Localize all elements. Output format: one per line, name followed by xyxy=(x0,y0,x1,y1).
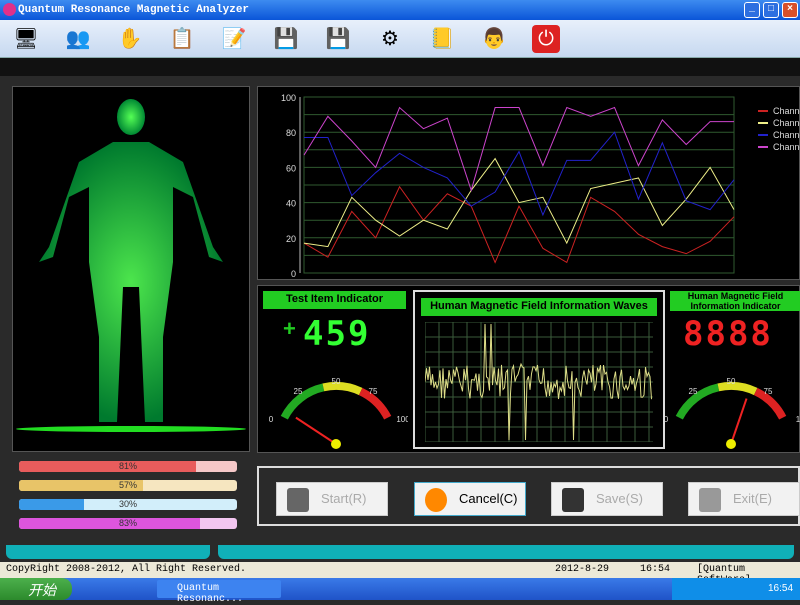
help-book-icon[interactable]: 📒 xyxy=(428,25,456,53)
progress-bar: 83% xyxy=(19,518,237,529)
waves-title: Human Magnetic Field Information Waves xyxy=(421,298,657,316)
y-tick-label: 60 xyxy=(286,163,296,173)
gauge-arc xyxy=(280,383,325,420)
y-tick-label: 40 xyxy=(286,199,296,209)
title-bar: Quantum Resonance Magnetic Analyzer _ □ … xyxy=(0,0,800,20)
report-icon[interactable]: 📋 xyxy=(168,25,196,53)
exit-label: Exit(E) xyxy=(733,491,772,506)
gauge-label: 100 xyxy=(396,415,408,424)
channel-chart: 0 20 40 60 80 100 Channe Channe Channe Channe xyxy=(257,86,800,280)
start-button[interactable]: Start(R) xyxy=(276,482,388,516)
doctor-icon[interactable]: 👨 xyxy=(480,25,508,53)
gauge-arc xyxy=(675,383,720,420)
import-icon[interactable]: 💾 xyxy=(272,25,300,53)
y-tick-label: 80 xyxy=(286,128,296,138)
minimize-button[interactable]: _ xyxy=(744,2,760,18)
field-indicator-title: Human Magnetic Field Information Indicat… xyxy=(670,291,800,311)
legend-label: Channe xyxy=(773,142,800,152)
tray-clock: 16:54 xyxy=(768,583,794,594)
gauge-label: 50 xyxy=(332,377,341,386)
gauge-label: 75 xyxy=(369,387,378,396)
cancel-label: Cancel(C) xyxy=(459,491,518,506)
floppy-disk-icon xyxy=(562,488,584,512)
thumbs-up-icon xyxy=(287,488,309,512)
start-button-taskbar[interactable]: 开始 xyxy=(0,578,72,600)
y-tick-label: 20 xyxy=(286,234,296,244)
users-icon[interactable]: 👥 xyxy=(64,25,92,53)
series-line-1 xyxy=(303,185,735,264)
gauge-label: 0 xyxy=(664,415,669,424)
status-bar: CopyRight 2008-2012, All Right Reserved.… xyxy=(0,562,800,586)
maximize-button[interactable]: □ xyxy=(763,2,779,18)
test-digits: 459 xyxy=(303,314,371,354)
series-line-4 xyxy=(303,106,734,192)
hand-icon[interactable]: ✋ xyxy=(116,25,144,53)
computer-user-icon[interactable]: 🖥 xyxy=(12,25,40,53)
gauge-label: 1 xyxy=(796,415,800,424)
human-body-display xyxy=(12,86,250,452)
cancel-refresh-icon xyxy=(425,488,447,512)
progress-label: 81% xyxy=(118,461,137,471)
gauge-arc xyxy=(322,382,363,396)
close-button[interactable]: × xyxy=(782,2,798,18)
task-label: Quantum Resonanc... xyxy=(177,583,244,605)
y-tick-label: 0 xyxy=(291,269,296,279)
status-date: 2012-8-29 xyxy=(555,564,610,575)
taskbar: 开始 Quantum Resonanc... 16:54 xyxy=(0,578,800,605)
toolbar: 🖥 👥 ✋ 📋 📝 💾 💾 ⚙ 📒 👨 ⏻ xyxy=(0,20,800,58)
y-tick-label: 100 xyxy=(281,93,296,103)
legend-label: Channe xyxy=(773,130,800,140)
system-tray: 16:54 xyxy=(672,578,800,600)
gauge-label: 50 xyxy=(727,377,736,386)
test-indicator-title: Test Item Indicator xyxy=(263,291,406,309)
gauge-label: 75 xyxy=(764,387,773,396)
exit-button[interactable]: Exit(E) xyxy=(688,482,800,516)
exit-power-icon xyxy=(699,488,721,512)
progress-bar: 57% xyxy=(19,480,237,491)
gauge-label: 25 xyxy=(294,387,303,396)
gauge-hub xyxy=(331,439,341,449)
start-label: Start(R) xyxy=(321,491,367,506)
cancel-button[interactable]: Cancel(C) xyxy=(414,482,526,516)
waves-plot xyxy=(425,322,653,442)
settings-gears-icon[interactable]: ⚙ xyxy=(376,25,404,53)
test-gauge: 0 25 50 75 100 xyxy=(269,377,408,449)
right-footer-tab xyxy=(218,545,794,559)
progress-label: 57% xyxy=(118,480,137,490)
progress-bar: 81% xyxy=(19,461,237,472)
indicator-panel: Test Item Indicator + 459 0 25 50 75 100 Hum… xyxy=(257,285,800,453)
window-title: Quantum Resonance Magnetic Analyzer xyxy=(18,4,250,16)
copyright-text: CopyRight 2008-2012, All Right Reserved. xyxy=(6,564,247,575)
action-bar: Start(R) Cancel(C) Save(S) Exit(E) xyxy=(257,466,800,526)
legend-label: Channe xyxy=(773,106,800,116)
export-icon[interactable]: 💾 xyxy=(324,25,352,53)
left-footer-tab xyxy=(6,545,210,559)
field-digits: 8888 xyxy=(683,314,773,354)
progress-label: 83% xyxy=(118,518,137,528)
status-time: 16:54 xyxy=(640,564,671,575)
taskbar-app-item[interactable]: Quantum Resonanc... xyxy=(157,580,281,605)
save-label: Save(S) xyxy=(596,491,643,506)
gauge-hub xyxy=(726,439,736,449)
toolbar-separator xyxy=(0,58,800,76)
progress-label: 30% xyxy=(118,499,137,509)
field-gauge: 0 25 50 75 1 xyxy=(664,377,800,449)
power-icon[interactable]: ⏻ xyxy=(532,25,560,53)
progress-bar: 30% xyxy=(19,499,237,510)
start-label-taskbar: 开始 xyxy=(28,582,56,598)
gauge-label: 0 xyxy=(269,415,274,424)
waves-panel: Human Magnetic Field Information Waves xyxy=(413,290,665,449)
human-body-image xyxy=(16,99,246,432)
edit-report-icon[interactable]: 📝 xyxy=(220,25,248,53)
gauge-needle xyxy=(295,416,337,445)
save-button[interactable]: Save(S) xyxy=(551,482,663,516)
sign-indicator: + xyxy=(283,316,296,341)
gauge-needle xyxy=(730,398,748,445)
legend-label: Channe xyxy=(773,118,800,128)
app-logo-icon xyxy=(3,3,16,16)
gauge-arc xyxy=(717,382,758,396)
gauge-label: 25 xyxy=(689,387,698,396)
